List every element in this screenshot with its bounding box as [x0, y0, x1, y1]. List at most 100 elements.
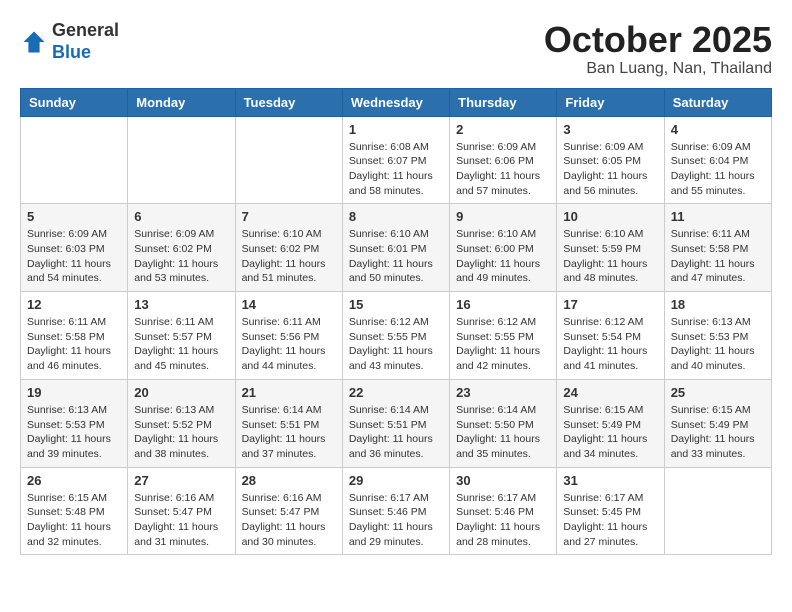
- calendar-week-row: 19 Sunrise: 6:13 AM Sunset: 5:53 PM Dayli…: [21, 379, 772, 467]
- day-info: Sunrise: 6:10 AM Sunset: 6:02 PM Dayligh…: [242, 227, 336, 286]
- day-info: Sunrise: 6:11 AM Sunset: 5:58 PM Dayligh…: [27, 315, 121, 374]
- calendar-cell: [235, 116, 342, 204]
- day-number: 16: [456, 297, 550, 312]
- day-info: Sunrise: 6:14 AM Sunset: 5:51 PM Dayligh…: [242, 403, 336, 462]
- day-info: Sunrise: 6:16 AM Sunset: 5:47 PM Dayligh…: [134, 491, 228, 550]
- day-number: 5: [27, 209, 121, 224]
- day-number: 11: [671, 209, 765, 224]
- day-info: Sunrise: 6:14 AM Sunset: 5:51 PM Dayligh…: [349, 403, 443, 462]
- day-info: Sunrise: 6:11 AM Sunset: 5:56 PM Dayligh…: [242, 315, 336, 374]
- day-info: Sunrise: 6:09 AM Sunset: 6:04 PM Dayligh…: [671, 140, 765, 199]
- calendar-cell: 24Sunrise: 6:15 AM Sunset: 5:49 PM Dayli…: [557, 379, 664, 467]
- calendar-cell: 20Sunrise: 6:13 AM Sunset: 5:52 PM Dayli…: [128, 379, 235, 467]
- day-number: 31: [563, 473, 657, 488]
- day-number: 2: [456, 122, 550, 137]
- day-info: Sunrise: 6:09 AM Sunset: 6:03 PM Dayligh…: [27, 227, 121, 286]
- calendar-week-row: 1 Sunrise: 6:08 AM Sunset: 6:07 PM Daylig…: [21, 116, 772, 204]
- calendar-week-row: 12 Sunrise: 6:11 AM Sunset: 5:58 PM Dayli…: [21, 292, 772, 380]
- day-number: 12: [27, 297, 121, 312]
- day-info: Sunrise: 6:08 AM Sunset: 6:07 PM Dayligh…: [349, 140, 443, 199]
- weekday-header-thursday: Thursday: [450, 88, 557, 116]
- logo-general: General: [52, 20, 119, 42]
- day-info: Sunrise: 6:10 AM Sunset: 5:59 PM Dayligh…: [563, 227, 657, 286]
- weekday-header-row: SundayMondayTuesdayWednesdayThursdayFrid…: [21, 88, 772, 116]
- day-number: 13: [134, 297, 228, 312]
- calendar-week-row: 26 Sunrise: 6:15 AM Sunset: 5:48 PM Dayli…: [21, 467, 772, 555]
- calendar-cell: 19 Sunrise: 6:13 AM Sunset: 5:53 PM Dayli…: [21, 379, 128, 467]
- weekday-header-saturday: Saturday: [664, 88, 771, 116]
- calendar-cell: 12 Sunrise: 6:11 AM Sunset: 5:58 PM Dayli…: [21, 292, 128, 380]
- weekday-header-tuesday: Tuesday: [235, 88, 342, 116]
- day-info: Sunrise: 6:09 AM Sunset: 6:06 PM Dayligh…: [456, 140, 550, 199]
- day-number: 7: [242, 209, 336, 224]
- day-info: Sunrise: 6:11 AM Sunset: 5:57 PM Dayligh…: [134, 315, 228, 374]
- calendar-cell: 18Sunrise: 6:13 AM Sunset: 5:53 PM Dayli…: [664, 292, 771, 380]
- day-info: Sunrise: 6:17 AM Sunset: 5:45 PM Dayligh…: [563, 491, 657, 550]
- day-number: 18: [671, 297, 765, 312]
- day-number: 29: [349, 473, 443, 488]
- day-info: Sunrise: 6:17 AM Sunset: 5:46 PM Dayligh…: [456, 491, 550, 550]
- calendar-cell: 8 Sunrise: 6:10 AM Sunset: 6:01 PM Daylig…: [342, 204, 449, 292]
- day-number: 19: [27, 385, 121, 400]
- day-number: 6: [134, 209, 228, 224]
- day-info: Sunrise: 6:13 AM Sunset: 5:52 PM Dayligh…: [134, 403, 228, 462]
- day-number: 28: [242, 473, 336, 488]
- calendar-cell: 23 Sunrise: 6:14 AM Sunset: 5:50 PM Dayli…: [450, 379, 557, 467]
- calendar-cell: 13 Sunrise: 6:11 AM Sunset: 5:57 PM Dayli…: [128, 292, 235, 380]
- calendar-cell: 11 Sunrise: 6:11 AM Sunset: 5:58 PM Dayli…: [664, 204, 771, 292]
- day-info: Sunrise: 6:12 AM Sunset: 5:55 PM Dayligh…: [456, 315, 550, 374]
- calendar-cell: 17 Sunrise: 6:12 AM Sunset: 5:54 PM Dayli…: [557, 292, 664, 380]
- calendar-cell: 28 Sunrise: 6:16 AM Sunset: 5:47 PM Dayli…: [235, 467, 342, 555]
- day-info: Sunrise: 6:09 AM Sunset: 6:02 PM Dayligh…: [134, 227, 228, 286]
- day-number: 30: [456, 473, 550, 488]
- day-number: 1: [349, 122, 443, 137]
- calendar-cell: 21 Sunrise: 6:14 AM Sunset: 5:51 PM Dayli…: [235, 379, 342, 467]
- day-number: 14: [242, 297, 336, 312]
- day-number: 22: [349, 385, 443, 400]
- logo: General Blue: [20, 20, 119, 63]
- day-number: 26: [27, 473, 121, 488]
- day-number: 15: [349, 297, 443, 312]
- calendar-cell: 27Sunrise: 6:16 AM Sunset: 5:47 PM Dayli…: [128, 467, 235, 555]
- weekday-header-monday: Monday: [128, 88, 235, 116]
- day-info: Sunrise: 6:16 AM Sunset: 5:47 PM Dayligh…: [242, 491, 336, 550]
- day-number: 10: [563, 209, 657, 224]
- day-info: Sunrise: 6:13 AM Sunset: 5:53 PM Dayligh…: [27, 403, 121, 462]
- calendar-cell: 22 Sunrise: 6:14 AM Sunset: 5:51 PM Dayli…: [342, 379, 449, 467]
- day-info: Sunrise: 6:10 AM Sunset: 6:00 PM Dayligh…: [456, 227, 550, 286]
- day-number: 8: [349, 209, 443, 224]
- calendar-table: SundayMondayTuesdayWednesdayThursdayFrid…: [20, 88, 772, 556]
- calendar-cell: [128, 116, 235, 204]
- day-info: Sunrise: 6:15 AM Sunset: 5:49 PM Dayligh…: [563, 403, 657, 462]
- day-info: Sunrise: 6:09 AM Sunset: 6:05 PM Dayligh…: [563, 140, 657, 199]
- calendar-cell: [21, 116, 128, 204]
- calendar-cell: 10 Sunrise: 6:10 AM Sunset: 5:59 PM Dayli…: [557, 204, 664, 292]
- day-number: 23: [456, 385, 550, 400]
- day-info: Sunrise: 6:11 AM Sunset: 5:58 PM Dayligh…: [671, 227, 765, 286]
- day-number: 3: [563, 122, 657, 137]
- weekday-header-friday: Friday: [557, 88, 664, 116]
- calendar-cell: 31 Sunrise: 6:17 AM Sunset: 5:45 PM Dayli…: [557, 467, 664, 555]
- calendar-cell: 6 Sunrise: 6:09 AM Sunset: 6:02 PM Daylig…: [128, 204, 235, 292]
- page-header: General Blue October 2025 Ban Luang, Nan…: [20, 20, 772, 78]
- day-number: 21: [242, 385, 336, 400]
- calendar-cell: 3 Sunrise: 6:09 AM Sunset: 6:05 PM Daylig…: [557, 116, 664, 204]
- day-info: Sunrise: 6:12 AM Sunset: 5:54 PM Dayligh…: [563, 315, 657, 374]
- day-number: 25: [671, 385, 765, 400]
- calendar-cell: 1 Sunrise: 6:08 AM Sunset: 6:07 PM Daylig…: [342, 116, 449, 204]
- calendar-cell: 4 Sunrise: 6:09 AM Sunset: 6:04 PM Daylig…: [664, 116, 771, 204]
- day-info: Sunrise: 6:14 AM Sunset: 5:50 PM Dayligh…: [456, 403, 550, 462]
- weekday-header-sunday: Sunday: [21, 88, 128, 116]
- logo-blue: Blue: [52, 42, 119, 64]
- day-info: Sunrise: 6:10 AM Sunset: 6:01 PM Dayligh…: [349, 227, 443, 286]
- day-number: 17: [563, 297, 657, 312]
- calendar-cell: [664, 467, 771, 555]
- calendar-cell: 14 Sunrise: 6:11 AM Sunset: 5:56 PM Dayli…: [235, 292, 342, 380]
- day-number: 4: [671, 122, 765, 137]
- day-info: Sunrise: 6:15 AM Sunset: 5:48 PM Dayligh…: [27, 491, 121, 550]
- calendar-week-row: 5 Sunrise: 6:09 AM Sunset: 6:03 PM Daylig…: [21, 204, 772, 292]
- day-info: Sunrise: 6:17 AM Sunset: 5:46 PM Dayligh…: [349, 491, 443, 550]
- logo-icon: [20, 28, 48, 56]
- weekday-header-wednesday: Wednesday: [342, 88, 449, 116]
- calendar-cell: 16 Sunrise: 6:12 AM Sunset: 5:55 PM Dayli…: [450, 292, 557, 380]
